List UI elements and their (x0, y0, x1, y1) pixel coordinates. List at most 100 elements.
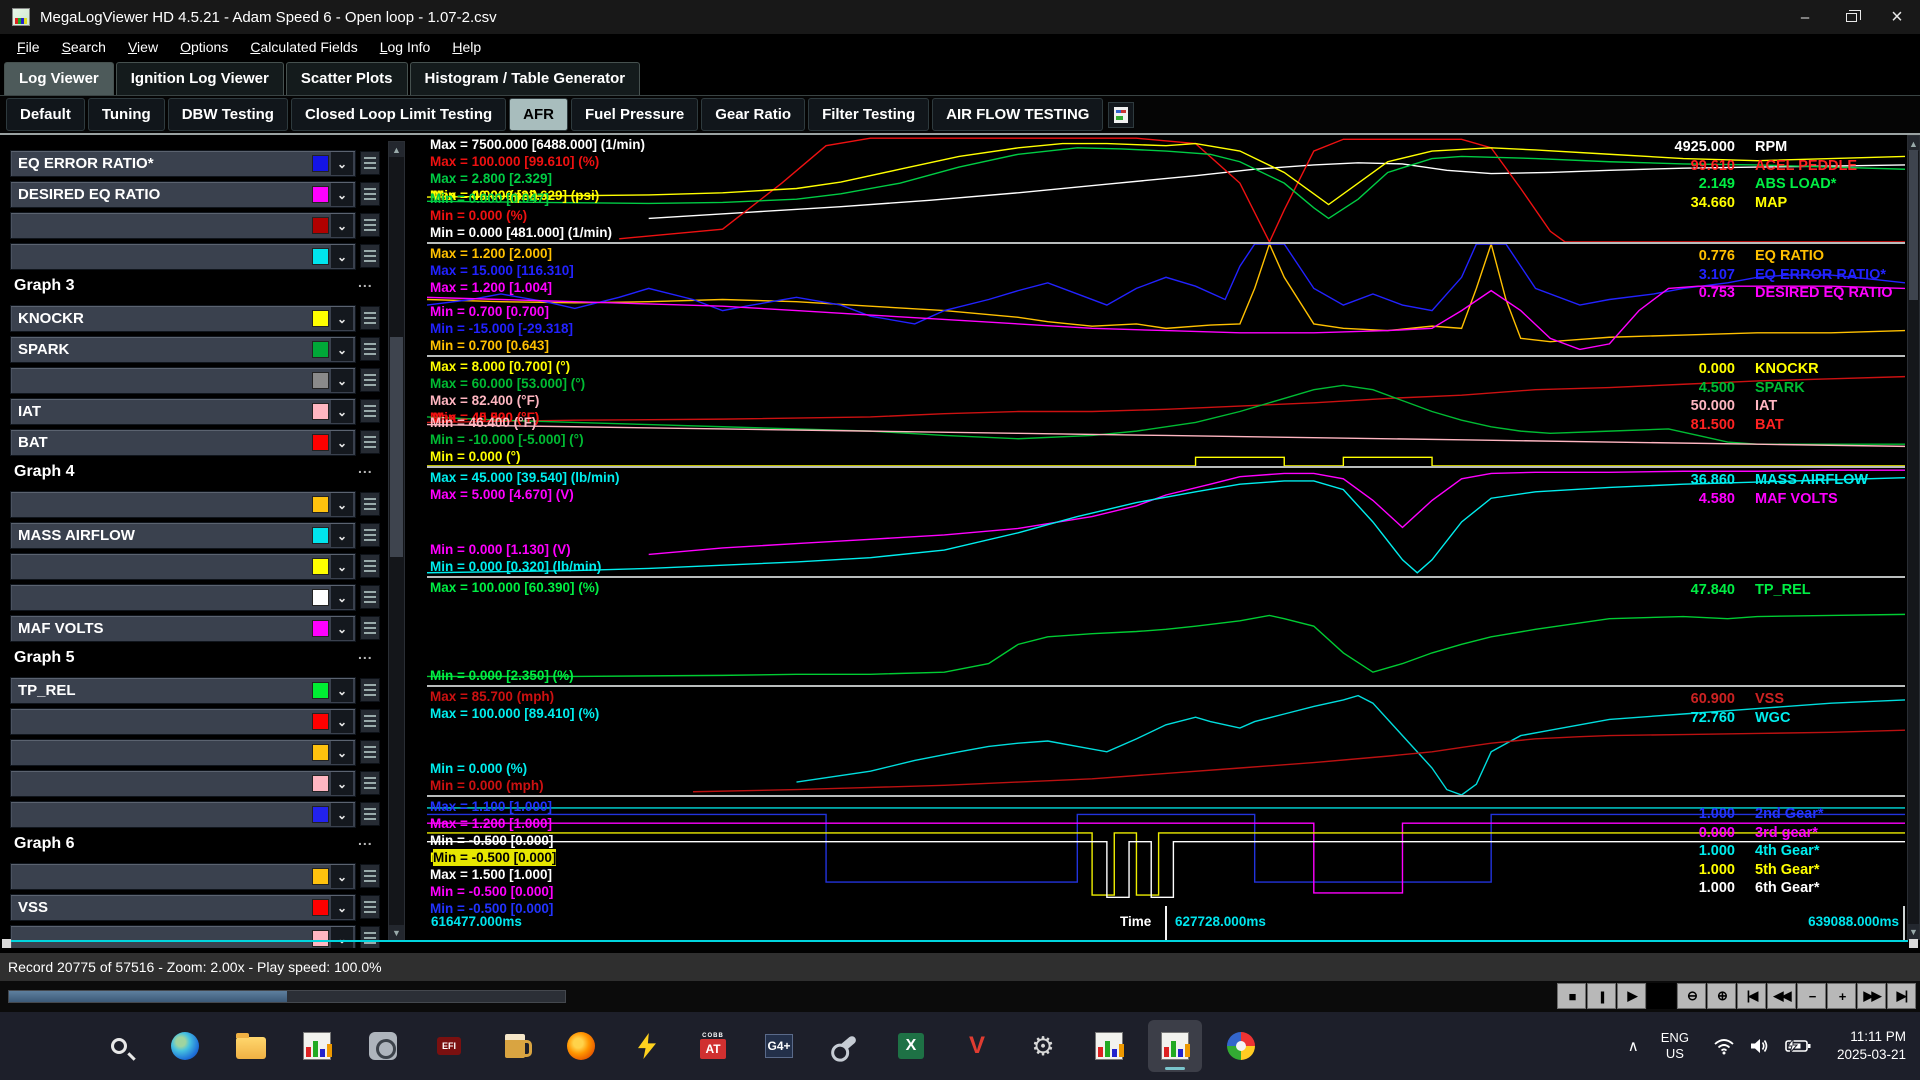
graph-panel-7[interactable]: Max = 1.100 [1.000]Max = 1.200 [1.000]Mi… (427, 795, 1905, 906)
zoom-out-button[interactable]: ⊖ (1677, 983, 1706, 1009)
rewind-button[interactable]: ◀◀ (1767, 983, 1796, 1009)
menu-item-view[interactable]: View (117, 36, 169, 58)
channel-grid-button[interactable] (360, 368, 380, 392)
scroll-up-icon[interactable]: ▲ (389, 142, 404, 157)
efi-app-icon[interactable]: EFI (422, 1020, 476, 1072)
bolt-app-icon[interactable] (620, 1020, 674, 1072)
paint-app-icon[interactable] (1214, 1020, 1268, 1072)
channel-color-swatch[interactable] (312, 155, 329, 172)
channel-grid-button[interactable] (360, 523, 380, 547)
excel-icon[interactable]: X (884, 1020, 938, 1072)
chevron-down-icon[interactable]: ⌄ (331, 493, 353, 516)
volume-icon[interactable] (1749, 1037, 1771, 1055)
minus-button[interactable]: − (1797, 983, 1826, 1009)
channel-color-swatch[interactable] (312, 496, 329, 513)
chart-scrollbar-thumb[interactable] (1909, 150, 1918, 300)
chevron-down-icon[interactable]: ⌄ (331, 369, 353, 392)
channel-color-swatch[interactable] (312, 713, 329, 730)
channel-color-swatch[interactable] (312, 186, 329, 203)
resize-grip-left[interactable] (2, 939, 11, 948)
channel-row-knockr[interactable]: KNOCKR⌄ (10, 305, 356, 332)
chevron-down-icon[interactable]: ⌄ (331, 586, 353, 609)
mug-app-icon[interactable] (488, 1020, 542, 1072)
channel-color-swatch[interactable] (312, 341, 329, 358)
wifi-icon[interactable] (1713, 1037, 1735, 1055)
channel-row-spark[interactable]: SPARK⌄ (10, 336, 356, 363)
channel-row-empty[interactable]: ⌄ (10, 491, 356, 518)
graph-panel-2[interactable]: Max = 1.200 [2.000]Max = 15.000 [116.310… (427, 242, 1905, 355)
view-tab-default[interactable]: Default (6, 98, 85, 131)
tab-log-viewer[interactable]: Log Viewer (4, 62, 114, 95)
channel-row-empty[interactable]: ⌄ (10, 553, 356, 580)
chevron-down-icon[interactable]: ⌄ (331, 152, 353, 175)
channel-color-swatch[interactable] (312, 682, 329, 699)
channel-row-empty[interactable]: ⌄ (10, 367, 356, 394)
resize-grip-right[interactable] (1909, 939, 1918, 948)
channel-row-eq-error-ratio-[interactable]: EQ ERROR RATIO*⌄ (10, 150, 356, 177)
channel-color-swatch[interactable] (312, 806, 329, 823)
gauge-app-icon[interactable] (356, 1020, 410, 1072)
channel-color-swatch[interactable] (312, 434, 329, 451)
wrench-app-icon[interactable] (818, 1020, 872, 1072)
channel-color-swatch[interactable] (312, 248, 329, 265)
chevron-down-icon[interactable]: ⌄ (331, 927, 353, 948)
channel-grid-button[interactable] (360, 740, 380, 764)
v-app-icon[interactable]: V (950, 1020, 1004, 1072)
logviewer-icon-active[interactable] (1148, 1020, 1202, 1072)
graph-options-dots[interactable]: ... (358, 646, 373, 662)
view-tab-filter-testing[interactable]: Filter Testing (808, 98, 929, 131)
scroll-down-icon[interactable]: ▼ (1908, 924, 1919, 939)
play-button[interactable]: ▶ (1617, 983, 1646, 1009)
channel-grid-button[interactable] (360, 709, 380, 733)
chevron-down-icon[interactable]: ⌄ (331, 400, 353, 423)
sidebar-scrollbar[interactable]: ▲ ▼ (388, 141, 405, 941)
chevron-down-icon[interactable]: ⌄ (331, 555, 353, 578)
channel-grid-button[interactable] (360, 554, 380, 578)
channel-color-swatch[interactable] (312, 620, 329, 637)
channel-color-swatch[interactable] (312, 744, 329, 761)
channel-color-swatch[interactable] (312, 527, 329, 544)
graph-panel-1[interactable]: Max = 7500.000 [6488.000] (1/min)Max = 1… (427, 135, 1905, 242)
channel-row-mass-airflow[interactable]: MASS AIRFLOW⌄ (10, 522, 356, 549)
chevron-down-icon[interactable]: ⌄ (331, 865, 353, 888)
channel-row-vss[interactable]: VSS⌄ (10, 894, 356, 921)
channel-color-swatch[interactable] (312, 930, 329, 947)
playback-position-slider[interactable] (8, 990, 566, 1003)
channel-grid-button[interactable] (360, 678, 380, 702)
channel-grid-button[interactable] (360, 182, 380, 206)
channel-grid-button[interactable] (360, 926, 380, 948)
menu-item-options[interactable]: Options (169, 36, 239, 58)
channel-grid-button[interactable] (360, 244, 380, 268)
tab-scatter-plots[interactable]: Scatter Plots (286, 62, 408, 95)
restore-button[interactable] (1828, 0, 1874, 34)
channel-color-swatch[interactable] (312, 403, 329, 420)
chevron-down-icon[interactable]: ⌄ (331, 183, 353, 206)
file-explorer-icon[interactable] (224, 1020, 278, 1072)
channel-color-swatch[interactable] (312, 372, 329, 389)
view-tab-afr[interactable]: AFR (509, 98, 568, 131)
menu-item-log-info[interactable]: Log Info (369, 36, 442, 58)
chevron-down-icon[interactable]: ⌄ (331, 710, 353, 733)
channel-row-empty[interactable]: ⌄ (10, 925, 356, 948)
skip-start-button[interactable]: |◀ (1737, 983, 1766, 1009)
tray-overflow-chevron-icon[interactable]: ∧ (1628, 1037, 1639, 1055)
channel-grid-button[interactable] (360, 771, 380, 795)
chevron-down-icon[interactable]: ⌄ (331, 803, 353, 826)
channel-grid-button[interactable] (360, 895, 380, 919)
channel-row-bat[interactable]: BAT⌄ (10, 429, 356, 456)
graph-panel-4[interactable]: Max = 45.000 [39.540] (lb/min)Max = 5.00… (427, 466, 1905, 576)
channel-grid-button[interactable] (360, 802, 380, 826)
channel-color-swatch[interactable] (312, 589, 329, 606)
chevron-down-icon[interactable]: ⌄ (331, 896, 353, 919)
graph-options-dots[interactable]: ... (358, 832, 373, 848)
chevron-down-icon[interactable]: ⌄ (331, 245, 353, 268)
graph-options-dots[interactable]: ... (358, 274, 373, 290)
skip-end-button[interactable]: ▶| (1887, 983, 1916, 1009)
scroll-up-icon[interactable]: ▲ (1908, 136, 1919, 151)
view-tab-gear-ratio[interactable]: Gear Ratio (701, 98, 805, 131)
stop-button[interactable]: ■ (1557, 983, 1586, 1009)
chevron-down-icon[interactable]: ⌄ (331, 741, 353, 764)
tab-ignition-log-viewer[interactable]: Ignition Log Viewer (116, 62, 284, 95)
channel-color-swatch[interactable] (312, 310, 329, 327)
graph-options-dots[interactable]: ... (358, 460, 373, 476)
